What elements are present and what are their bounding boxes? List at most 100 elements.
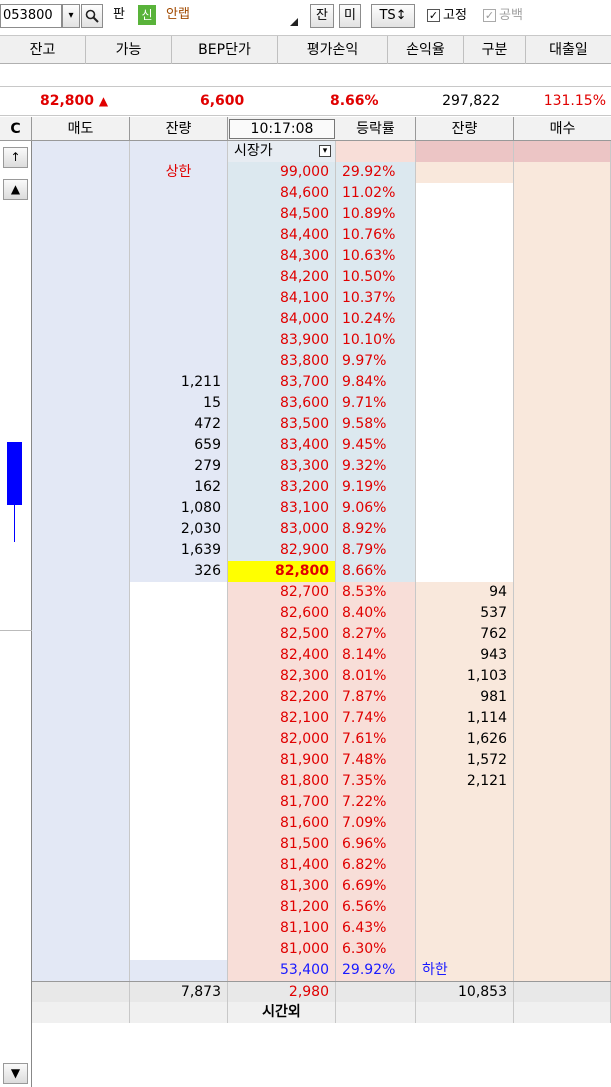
sell-cell[interactable] [32,603,130,624]
buy-cell[interactable] [514,288,611,309]
price-cell[interactable]: 81,900 [228,750,336,771]
sell-cell[interactable] [32,834,130,855]
buy-cell[interactable] [514,246,611,267]
sell-cell[interactable] [32,582,130,603]
sell-cell[interactable] [32,561,130,582]
buy-cell[interactable] [514,813,611,834]
sell-cell[interactable] [32,204,130,225]
sell-cell[interactable] [32,351,130,372]
price-cell[interactable]: 81,000 [228,939,336,960]
sell-cell[interactable] [32,645,130,666]
stock-name[interactable]: 안랩 [160,4,304,28]
sell-cell[interactable] [32,498,130,519]
price-cell[interactable]: 82,900 [228,540,336,561]
price-cell[interactable]: 83,700 [228,372,336,393]
price-cell[interactable]: 82,500 [228,624,336,645]
price-cell[interactable]: 82,700 [228,582,336,603]
price-cell[interactable]: 82,400 [228,645,336,666]
ts-button[interactable]: TS↕ [371,4,415,28]
price-cell[interactable]: 81,600 [228,813,336,834]
buy-cell[interactable] [514,855,611,876]
buy-cell[interactable] [514,141,611,162]
buy-cell[interactable] [514,330,611,351]
buy-cell[interactable] [514,183,611,204]
price-cell[interactable]: 99,000 [228,162,336,183]
buy-cell[interactable] [514,708,611,729]
sell-cell[interactable] [32,162,130,183]
buy-cell[interactable] [514,939,611,960]
sell-cell[interactable] [32,225,130,246]
buy-cell[interactable] [514,582,611,603]
dropdown-icon[interactable]: ▾ [319,145,331,157]
sell-cell[interactable] [32,141,130,162]
scroll-up-icon[interactable]: ▲ [3,179,28,200]
sell-cell[interactable] [32,246,130,267]
col-loan-date[interactable]: 대출일 [526,36,611,64]
price-cell[interactable]: 83,000 [228,519,336,540]
price-cell[interactable]: 81,500 [228,834,336,855]
buy-cell[interactable] [514,603,611,624]
buy-cell[interactable] [514,267,611,288]
buy-cell[interactable] [514,435,611,456]
sell-cell[interactable] [32,372,130,393]
price-cell[interactable]: 81,800 [228,771,336,792]
buy-cell[interactable] [514,204,611,225]
sell-cell[interactable] [32,960,130,981]
buy-cell[interactable] [514,876,611,897]
price-cell[interactable]: 82,300 [228,666,336,687]
fix-checkbox[interactable]: ✓ [427,9,440,22]
buy-cell[interactable] [514,372,611,393]
col-balance[interactable]: 잔고 [0,36,86,64]
pan-label[interactable]: 판 [106,4,132,28]
buy-cell[interactable] [514,225,611,246]
code-dropdown-icon[interactable]: ▾ [62,4,80,28]
sell-cell[interactable] [32,435,130,456]
price-cell[interactable]: 84,600 [228,183,336,204]
sell-cell[interactable] [32,729,130,750]
up-arrow-icon[interactable]: ↑ [3,147,28,168]
col-bep[interactable]: BEP단가 [172,36,278,64]
price-cell[interactable]: 81,100 [228,918,336,939]
price-cell[interactable]: 83,600 [228,393,336,414]
sell-cell[interactable] [32,792,130,813]
price-cell[interactable]: 82,100 [228,708,336,729]
price-cell[interactable]: 83,800 [228,351,336,372]
sell-cell[interactable] [32,876,130,897]
buy-cell[interactable] [514,477,611,498]
sell-cell[interactable] [32,855,130,876]
jan-button[interactable]: 잔 [310,4,334,28]
buy-cell[interactable] [514,687,611,708]
mi-button[interactable]: 미 [339,4,361,28]
sell-cell[interactable] [32,813,130,834]
sell-cell[interactable] [32,708,130,729]
blank-checkbox[interactable]: ✓ [483,9,496,22]
buy-cell[interactable] [514,918,611,939]
buy-cell[interactable] [514,561,611,582]
sell-cell[interactable] [32,288,130,309]
sell-cell[interactable] [32,687,130,708]
price-cell[interactable]: 53,400 [228,960,336,981]
buy-cell[interactable] [514,393,611,414]
sell-cell[interactable] [32,393,130,414]
sell-cell[interactable] [32,750,130,771]
col-type[interactable]: 구분 [464,36,526,64]
sell-cell[interactable] [32,183,130,204]
price-cell[interactable]: 83,100 [228,498,336,519]
price-cell[interactable]: 83,300 [228,456,336,477]
price-cell[interactable]: 84,200 [228,267,336,288]
price-cell[interactable]: 81,300 [228,876,336,897]
sell-cell[interactable] [32,456,130,477]
price-cell[interactable]: 82,200 [228,687,336,708]
sell-cell[interactable] [32,267,130,288]
search-icon[interactable] [81,4,103,28]
sell-cell[interactable] [32,918,130,939]
price-cell[interactable]: 83,900 [228,330,336,351]
price-cell[interactable]: 81,700 [228,792,336,813]
buy-cell[interactable] [514,834,611,855]
price-cell[interactable]: 83,500 [228,414,336,435]
buy-cell[interactable] [514,162,611,183]
price-cell[interactable]: 81,400 [228,855,336,876]
price-cell[interactable]: 82,600 [228,603,336,624]
time-display[interactable]: 10:17:08 [229,119,335,139]
sell-cell[interactable] [32,771,130,792]
